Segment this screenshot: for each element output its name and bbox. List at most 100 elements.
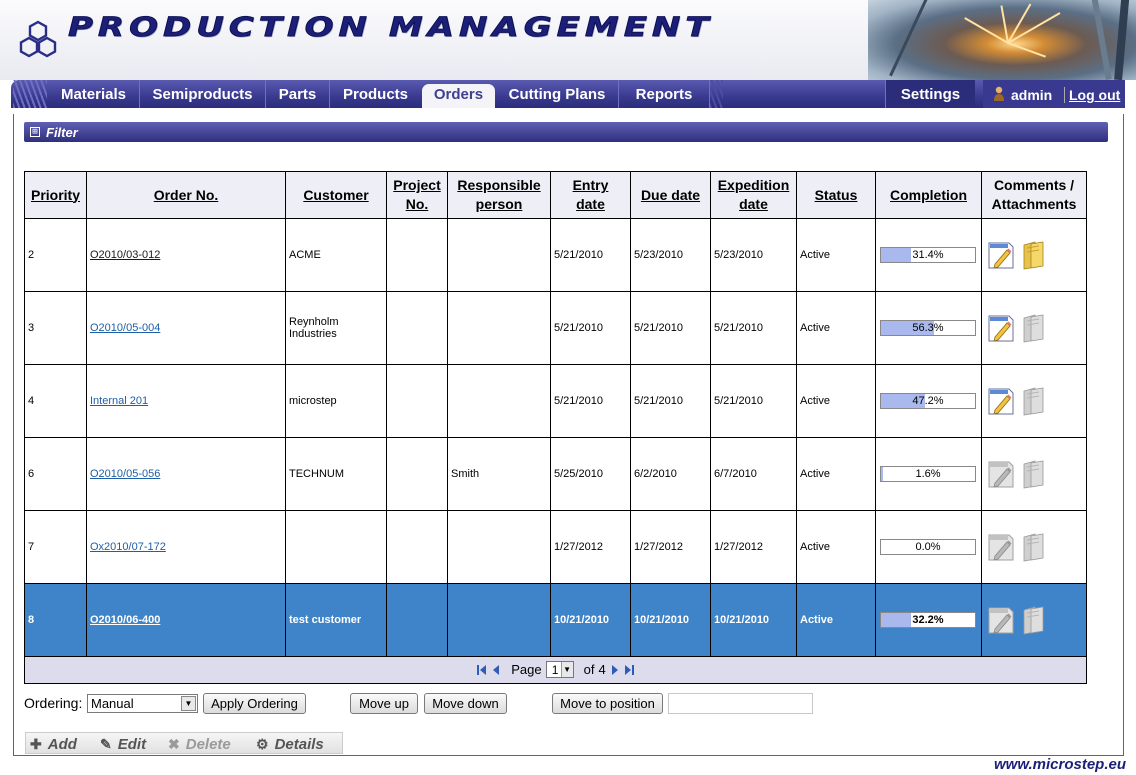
folder-icon[interactable] <box>1021 240 1047 270</box>
comment-attachment-icons <box>985 602 1083 638</box>
col-priority[interactable]: Priority <box>24 171 87 219</box>
col-entry-date[interactable]: Entry date <box>550 171 631 219</box>
order-link[interactable]: O2010/03-012 <box>90 249 160 261</box>
cell-responsible <box>447 510 551 584</box>
position-input[interactable] <box>668 693 813 714</box>
expand-icon[interactable]: ⊞ <box>30 127 40 137</box>
comment-disabled-icon[interactable] <box>987 605 1015 635</box>
ordering-label: Ordering: <box>24 695 83 711</box>
col-order-no[interactable]: Order No. <box>86 171 286 219</box>
nav-orders[interactable]: Orders <box>422 84 495 108</box>
ordering-select-value: Manual <box>91 696 134 711</box>
comment-disabled-icon[interactable] <box>987 532 1015 562</box>
pager: Page 1 ▼ of 4 <box>477 661 634 679</box>
page-select-value: 1 <box>551 662 559 677</box>
col-completion[interactable]: Completion <box>875 171 982 219</box>
order-link[interactable]: O2010/05-056 <box>90 468 160 480</box>
footer-link[interactable]: www.microstep.eu <box>994 756 1126 773</box>
nav-semiproducts[interactable]: Semiproducts <box>139 80 265 108</box>
comment-attachment-icons <box>985 383 1083 419</box>
add-button[interactable]: ✚ Add <box>30 735 77 754</box>
order-link[interactable]: Ox2010/07-172 <box>90 541 166 553</box>
next-page-icon[interactable] <box>610 664 620 676</box>
folder-disabled-icon[interactable] <box>1021 532 1047 562</box>
ordering-select[interactable]: Manual ▼ <box>87 694 198 713</box>
first-page-icon[interactable] <box>477 664 487 676</box>
comment-icon[interactable] <box>987 240 1015 270</box>
apply-ordering-button[interactable]: Apply Ordering <box>203 693 306 714</box>
table-row[interactable]: 2 O2010/03-012 ACME 5/21/2010 5/23/2010 … <box>24 218 1087 292</box>
completion-progress: 31.4% <box>880 247 976 263</box>
col-due-date[interactable]: Due date <box>630 171 711 219</box>
chevron-down-icon[interactable]: ▼ <box>181 696 196 711</box>
cell-project-no <box>386 218 448 292</box>
move-down-button[interactable]: Move down <box>424 693 507 714</box>
cell-comments <box>981 364 1087 438</box>
comment-disabled-icon[interactable] <box>987 459 1015 489</box>
cell-customer: TECHNUM <box>285 437 387 511</box>
cell-customer: ACME <box>285 218 387 292</box>
table-row[interactable]: 4 Internal 201 microstep 5/21/2010 5/21/… <box>24 364 1087 438</box>
prev-page-icon[interactable] <box>491 664 501 676</box>
logout-link[interactable]: Log out <box>1064 87 1120 103</box>
nav-products[interactable]: Products <box>329 80 421 108</box>
filter-bar[interactable]: ⊞ Filter <box>24 122 1108 142</box>
last-page-icon[interactable] <box>624 664 634 676</box>
cell-status: Active <box>796 583 876 657</box>
completion-progress: 0.0% <box>880 539 976 555</box>
cell-completion: 31.4% <box>875 218 982 292</box>
nav-materials[interactable]: Materials <box>48 80 139 108</box>
cell-due-date: 1/27/2012 <box>630 510 711 584</box>
filter-label[interactable]: Filter <box>46 125 78 140</box>
cell-expedition-date: 10/21/2010 <box>710 583 797 657</box>
cell-completion: 56.3% <box>875 291 982 365</box>
nav-reports[interactable]: Reports <box>618 80 709 108</box>
pager-row: Page 1 ▼ of 4 <box>24 656 1087 684</box>
cell-completion: 1.6% <box>875 437 982 511</box>
cell-customer: Reynholm Industries <box>285 291 387 365</box>
col-status[interactable]: Status <box>796 171 876 219</box>
move-up-button[interactable]: Move up <box>350 693 418 714</box>
cell-entry-date: 5/25/2010 <box>550 437 631 511</box>
col-expedition-date[interactable]: Expedition date <box>710 171 797 219</box>
comment-icon[interactable] <box>987 313 1015 343</box>
details-button[interactable]: ⚙ Details <box>256 735 324 754</box>
nav-cutting-plans[interactable]: Cutting Plans <box>496 80 618 108</box>
order-link[interactable]: Internal 201 <box>90 395 148 407</box>
folder-disabled-icon[interactable] <box>1021 459 1047 489</box>
cell-due-date: 5/23/2010 <box>630 218 711 292</box>
col-customer[interactable]: Customer <box>285 171 387 219</box>
order-link[interactable]: O2010/06-400 <box>90 614 160 626</box>
nav-decoration <box>13 80 47 108</box>
table-row[interactable]: 3 O2010/05-004 Reynholm Industries 5/21/… <box>24 291 1087 365</box>
header-photo <box>868 0 1136 80</box>
delete-icon: ✖ <box>168 736 180 752</box>
cell-priority: 7 <box>24 510 87 584</box>
delete-button[interactable]: ✖ Delete <box>168 735 231 754</box>
folder-disabled-icon[interactable] <box>1021 386 1047 416</box>
table-row[interactable]: 8 O2010/06-400 test customer 10/21/2010 … <box>24 583 1087 657</box>
chevron-down-icon[interactable]: ▼ <box>560 662 573 678</box>
completion-text: 32.2% <box>912 614 944 626</box>
order-link[interactable]: O2010/05-004 <box>90 322 160 334</box>
completion-progress: 1.6% <box>880 466 976 482</box>
nav-separator <box>709 80 723 108</box>
folder-disabled-icon[interactable] <box>1021 605 1047 635</box>
col-project-no[interactable]: Project No. <box>386 171 448 219</box>
page-select[interactable]: 1 ▼ <box>545 661 574 679</box>
table-row[interactable]: 7 Ox2010/07-172 1/27/2012 1/27/2012 1/27… <box>24 510 1087 584</box>
cell-customer: microstep <box>285 364 387 438</box>
nav-parts[interactable]: Parts <box>265 80 329 108</box>
page-total: 4 <box>598 662 606 678</box>
nav-settings[interactable]: Settings <box>885 80 975 108</box>
delete-label: Delete <box>185 736 231 753</box>
col-responsible[interactable]: Responsible person <box>447 171 551 219</box>
plus-icon: ✚ <box>30 736 42 752</box>
edit-button[interactable]: ✎ Edit <box>100 735 146 754</box>
table-row[interactable]: 6 O2010/05-056 TECHNUM Smith 5/25/2010 6… <box>24 437 1087 511</box>
move-to-position-button[interactable]: Move to position <box>552 693 663 714</box>
completion-progress: 32.2% <box>880 612 976 628</box>
folder-disabled-icon[interactable] <box>1021 313 1047 343</box>
cell-expedition-date: 6/7/2010 <box>710 437 797 511</box>
comment-icon[interactable] <box>987 386 1015 416</box>
